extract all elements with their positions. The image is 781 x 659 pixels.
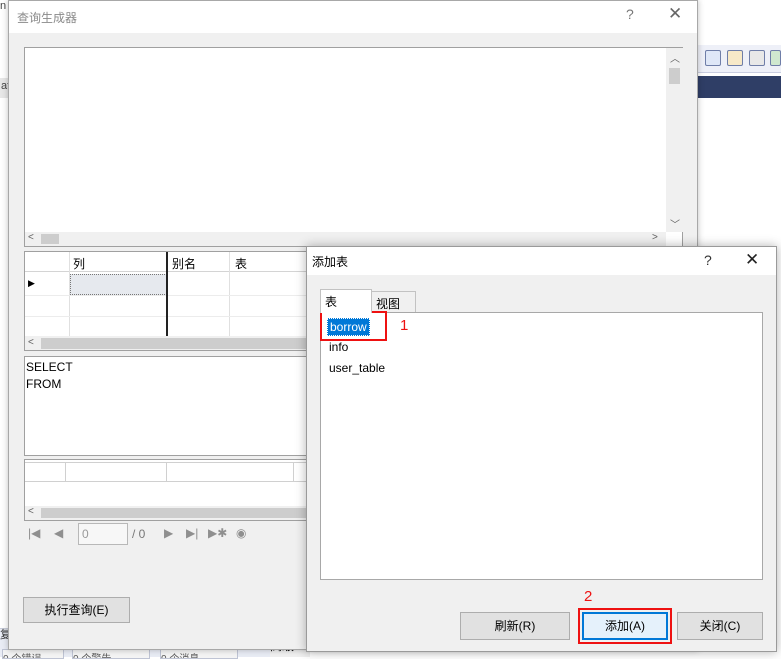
scroll-right-icon[interactable]: >	[652, 232, 658, 243]
dialog-title: 添加表	[312, 255, 349, 269]
column-header-alias[interactable]: 别名	[172, 255, 196, 272]
scroll-thumb[interactable]	[41, 338, 313, 349]
highlight-box	[320, 311, 387, 341]
results-divider	[65, 462, 66, 482]
first-record-icon[interactable]: |◀	[28, 526, 40, 540]
scroll-left-icon[interactable]: <	[28, 337, 34, 348]
scroll-up-icon[interactable]: ︿	[670, 50, 680, 65]
refresh-icon	[770, 50, 781, 66]
record-number-input[interactable]: 0	[78, 523, 128, 545]
table-icon	[705, 50, 721, 66]
close-icon[interactable]: ✕	[745, 250, 759, 270]
close-icon[interactable]: ✕	[668, 4, 682, 24]
horizontal-scrollbar[interactable]: <	[25, 506, 313, 520]
last-record-icon[interactable]: ▶|	[186, 526, 198, 540]
list-item[interactable]: user_table	[327, 360, 387, 376]
title-bar: 查询生成器 ? ✕	[9, 1, 697, 33]
results-divider	[166, 462, 167, 482]
close-button[interactable]: 关闭(C)	[677, 612, 763, 640]
sql-line: FROM	[26, 377, 62, 391]
results-divider	[293, 462, 294, 482]
annotation-number: 2	[584, 588, 593, 605]
record-count: / 0	[132, 527, 146, 541]
dialog-title: 查询生成器	[17, 11, 78, 25]
column-header-column[interactable]: 列	[73, 255, 85, 272]
warning-count[interactable]: 0 个警告	[72, 649, 150, 659]
add-table-dialog: 添加表 ? ✕ 表 视图 borrow info user_table 1 刷新…	[306, 246, 777, 652]
properties-icon	[727, 50, 743, 66]
tab-views[interactable]: 视图	[371, 291, 416, 313]
scroll-left-icon[interactable]: <	[28, 506, 34, 517]
scroll-thumb[interactable]	[41, 508, 313, 518]
results-pane[interactable]: <	[24, 459, 314, 521]
next-record-icon[interactable]: ▶	[164, 526, 173, 540]
vertical-scrollbar[interactable]: ︿ ﹀	[666, 48, 683, 232]
help-icon[interactable]: ?	[626, 6, 634, 22]
sql-pane[interactable]: SELECT FROM	[24, 356, 314, 456]
scroll-thumb[interactable]	[41, 234, 59, 244]
background-panel	[697, 98, 781, 248]
new-record-icon[interactable]: ▶✱	[208, 526, 227, 540]
results-header	[25, 462, 313, 482]
column-header-table[interactable]: 表	[235, 255, 247, 272]
grid-divider	[25, 316, 313, 317]
execute-query-button[interactable]: 执行查询(E)	[23, 597, 130, 623]
grid-divider	[229, 252, 230, 336]
row-indicator-icon: ▶	[28, 278, 35, 288]
scroll-left-icon[interactable]: <	[28, 232, 34, 243]
tab-tables[interactable]: 表	[320, 289, 372, 313]
sql-line: SELECT	[26, 360, 73, 374]
annotation-number: 1	[400, 317, 409, 334]
criteria-grid[interactable]: 列 别名 表 ▶ <	[24, 251, 314, 351]
tools-icon	[749, 50, 765, 66]
grid-divider	[25, 295, 313, 296]
help-icon[interactable]: ?	[704, 252, 712, 268]
refresh-button[interactable]: 刷新(R)	[460, 612, 570, 640]
highlight-box	[578, 608, 672, 644]
cancel-query-icon[interactable]: ◉	[236, 526, 246, 540]
record-navigator: |◀ ◀ 0 / 0 ▶ ▶| ▶✱ ◉	[24, 523, 314, 545]
list-item[interactable]: info	[327, 339, 350, 355]
bg-left-label: n	[0, 0, 7, 12]
message-count[interactable]: 0 个消息	[160, 649, 238, 659]
horizontal-scrollbar[interactable]: < >	[25, 232, 666, 246]
error-count[interactable]: 0 个错误	[2, 649, 64, 659]
scroll-down-icon[interactable]: ﹀	[670, 216, 680, 231]
horizontal-scrollbar[interactable]: <	[25, 336, 313, 350]
diagram-pane[interactable]: ︿ ﹀ < >	[24, 47, 683, 247]
scroll-thumb[interactable]	[669, 68, 680, 84]
grid-resize-line	[166, 252, 168, 336]
previous-record-icon[interactable]: ◀	[54, 526, 63, 540]
selected-cell[interactable]	[70, 274, 167, 295]
background-titlebar	[697, 76, 781, 98]
title-bar: 添加表 ? ✕	[307, 247, 776, 275]
table-list[interactable]: borrow info user_table	[320, 312, 763, 580]
